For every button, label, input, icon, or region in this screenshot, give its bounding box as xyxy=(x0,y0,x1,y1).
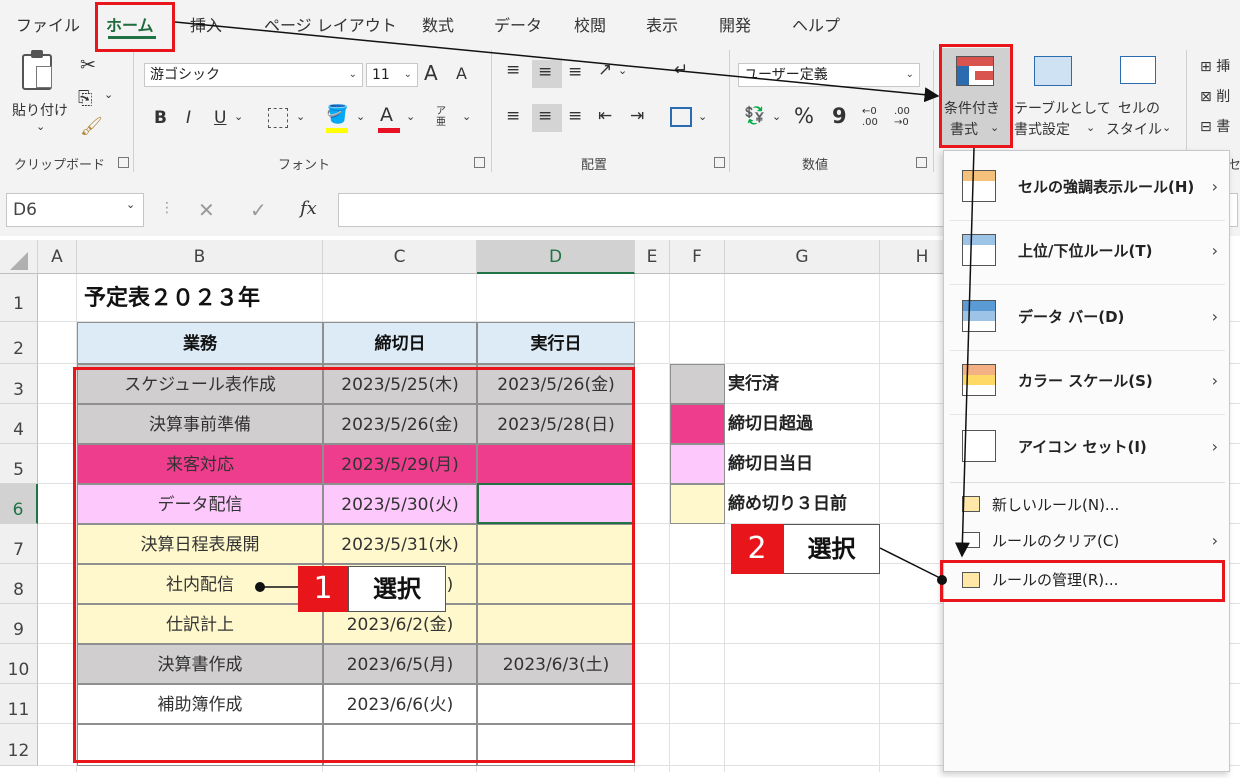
arrow-cond-to-manage xyxy=(954,147,975,558)
callout1-dot xyxy=(255,582,265,592)
callout2-leader xyxy=(879,547,941,579)
annotation-arrows xyxy=(174,21,975,592)
callout-label-1: 選択 xyxy=(348,566,446,612)
callout-number-1: 1 xyxy=(298,566,348,612)
callout-number-2: 2 xyxy=(731,524,783,574)
callout-label-2: 選択 xyxy=(783,524,880,574)
callout2-dot xyxy=(937,575,947,585)
arrow-home-to-cond xyxy=(174,21,940,103)
